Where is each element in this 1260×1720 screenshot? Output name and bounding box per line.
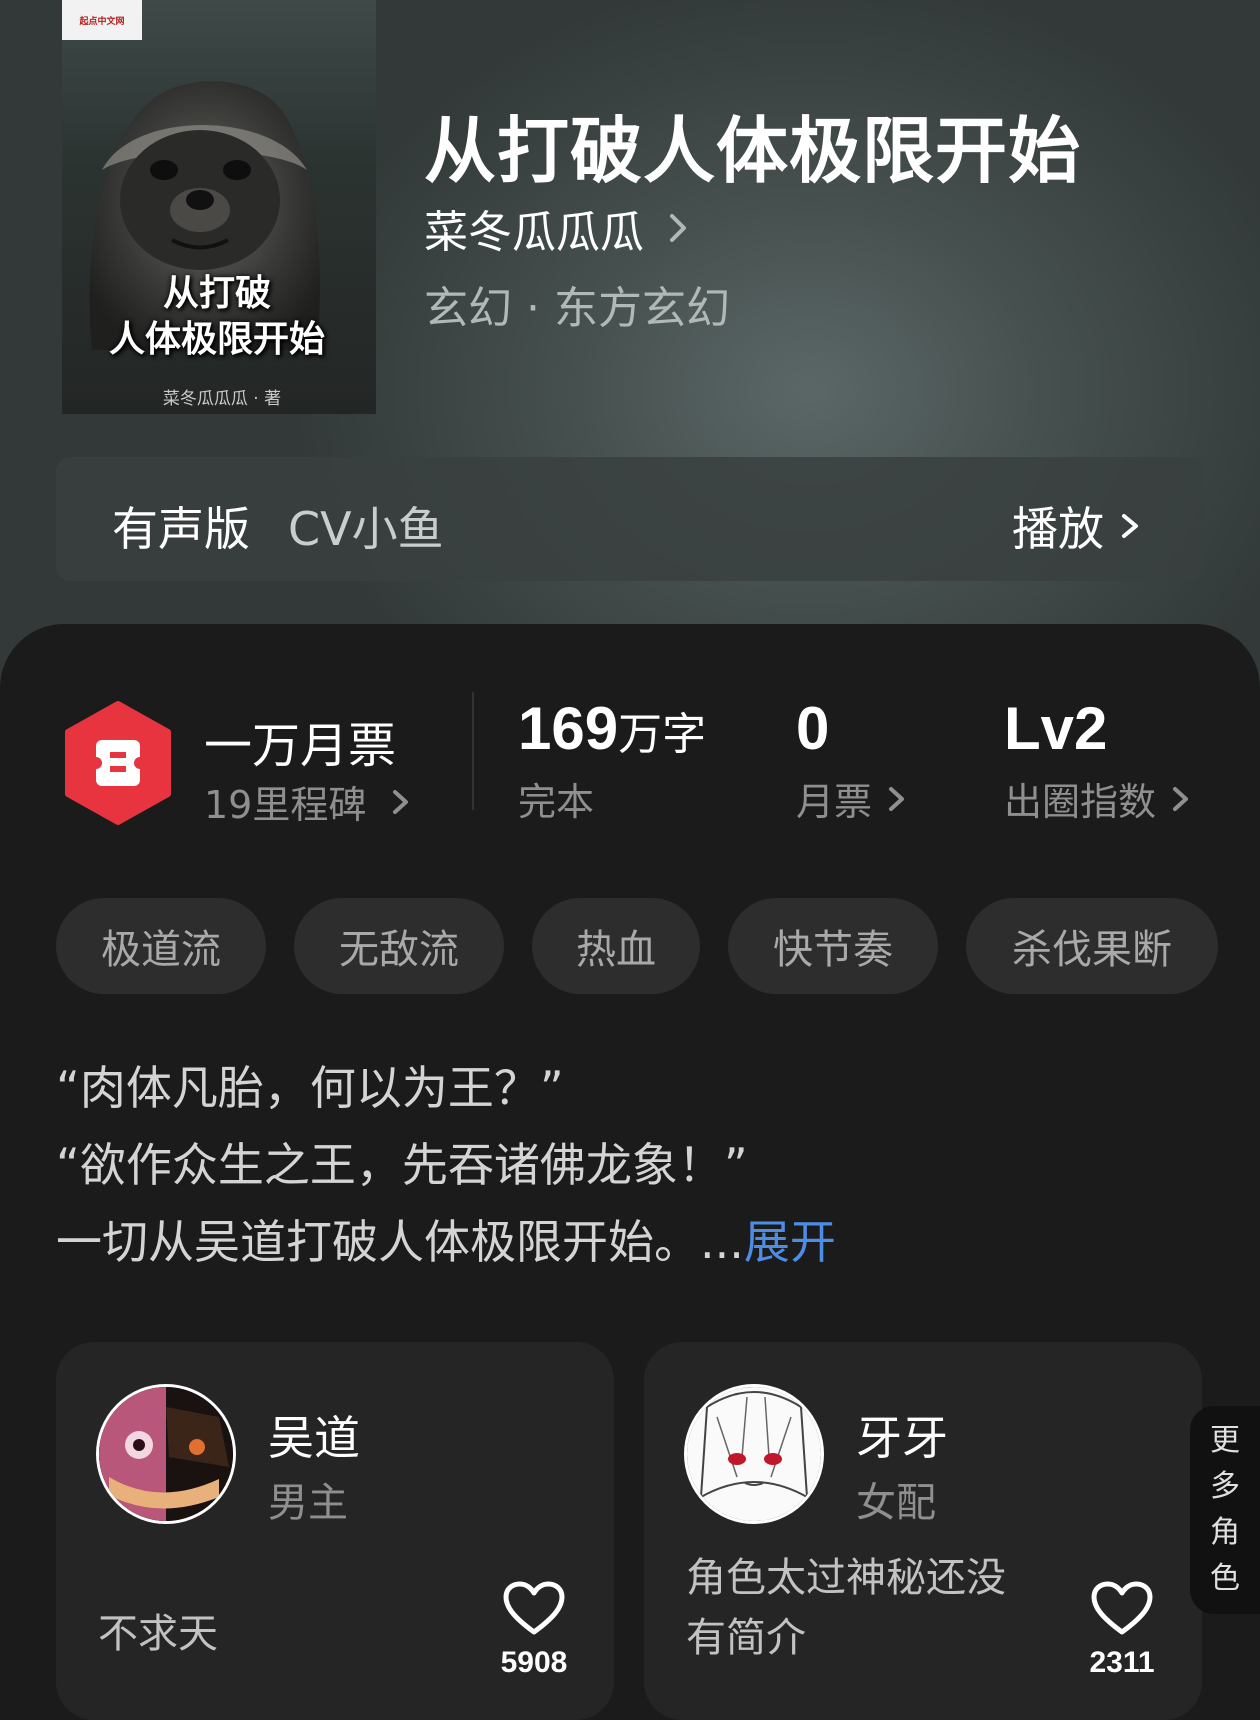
- book-category: 玄幻 · 东方玄幻: [424, 283, 730, 334]
- like-count: 5908: [500, 1646, 568, 1679]
- chevron-right-icon: [1173, 786, 1189, 811]
- heart-icon: [1091, 1581, 1153, 1635]
- character-portrait-icon: [99, 1387, 233, 1521]
- character-avatar: [96, 1384, 236, 1524]
- tag-chip[interactable]: 杀伐果断: [966, 898, 1218, 994]
- synopsis-line: 一切从吴道打破人体极限开始。...: [56, 1215, 744, 1269]
- like-button[interactable]: 2311: [1082, 1580, 1162, 1680]
- heart-icon: [503, 1581, 565, 1635]
- chevron-right-icon: [1122, 514, 1138, 538]
- word-count-unit: 万字: [618, 710, 707, 759]
- character-name: 吴道: [268, 1411, 360, 1465]
- word-count-value: 169: [518, 695, 619, 762]
- synopsis-line: “欲作众生之王，先吞诸佛龙象！”: [56, 1138, 748, 1192]
- synopsis-line: “肉体凡胎，何以为王？”: [56, 1061, 564, 1115]
- audiobook-narrator: CV小鱼: [288, 502, 444, 556]
- tag-chip[interactable]: 快节奏: [728, 898, 938, 994]
- tag-chip[interactable]: 无敌流: [294, 898, 504, 994]
- character-card[interactable]: 牙牙 女配 角色太过神秘还没有简介 2311: [644, 1342, 1202, 1720]
- cover-title-line2: 人体极限开始: [108, 318, 325, 360]
- play-label: 播放: [1012, 502, 1104, 556]
- book-cover[interactable]: 起点中文网 从打破 人体极限开始 菜冬瓜瓜瓜 · 著: [62, 0, 376, 414]
- character-description: 不求天: [98, 1611, 218, 1657]
- character-name: 牙牙: [856, 1411, 948, 1465]
- like-button[interactable]: 5908: [494, 1580, 574, 1680]
- ticket-milestone-subtitle: 19里程碑: [204, 783, 367, 827]
- author-link[interactable]: 菜冬瓜瓜瓜: [424, 196, 698, 260]
- tag-chip[interactable]: 热血: [532, 898, 700, 994]
- character-role: 女配: [856, 1480, 936, 1526]
- word-count-stat: 169万字 完本: [518, 694, 706, 826]
- chevron-right-icon: [393, 789, 409, 814]
- cover-title: 从打破 人体极限开始: [92, 270, 342, 362]
- chevron-right-icon: [889, 786, 905, 811]
- synopsis: “肉体凡胎，何以为王？” “欲作众生之王，先吞诸佛龙象！” 一切从吴道打破人体极…: [56, 1050, 836, 1281]
- cover-author: 菜冬瓜瓜瓜 · 著: [162, 389, 282, 409]
- monthly-ticket-icon: [65, 701, 171, 825]
- monthly-ticket-value: 0: [796, 695, 830, 762]
- audiobook-label: 有声版: [112, 502, 250, 556]
- like-count: 2311: [1089, 1646, 1155, 1679]
- play-button[interactable]: 播放: [1012, 493, 1144, 559]
- expand-link[interactable]: 展开: [744, 1215, 836, 1269]
- monthly-ticket-label: 月票: [796, 780, 873, 824]
- tag-chip[interactable]: 极道流: [56, 898, 266, 994]
- chevron-right-icon: [670, 214, 686, 242]
- character-portrait-icon: [687, 1387, 821, 1521]
- tag-list: 极道流 无敌流 热血 快节奏 杀伐果断: [56, 898, 1218, 994]
- cover-title-line1: 从打破: [162, 272, 271, 314]
- popularity-index-stat[interactable]: Lv2 出圈指数: [1004, 694, 1192, 826]
- divider: [472, 692, 474, 810]
- completion-status: 完本: [518, 780, 595, 824]
- character-card[interactable]: 吴道 男主 不求天 5908: [56, 1342, 614, 1720]
- publisher-logo: 起点中文网: [62, 0, 142, 40]
- book-title: 从打破人体极限开始: [424, 108, 1082, 193]
- more-characters-button[interactable]: 更多角色: [1190, 1406, 1260, 1614]
- audiobook-bar[interactable]: 有声版 CV小鱼 播放: [56, 457, 1204, 581]
- popularity-level-value: Lv2: [1004, 695, 1108, 762]
- character-role: 男主: [268, 1480, 348, 1526]
- character-avatar: [684, 1384, 824, 1524]
- ticket-milestone-link[interactable]: 19里程碑: [204, 774, 412, 829]
- author-name: 菜冬瓜瓜瓜: [424, 207, 644, 258]
- monthly-ticket-stat[interactable]: 0 月票: [796, 694, 908, 826]
- popularity-index-label: 出圈指数: [1004, 780, 1157, 824]
- more-characters-label: 更多角色: [1210, 1423, 1240, 1596]
- character-description: 角色太过神秘还没有简介: [686, 1555, 1006, 1661]
- ticket-milestone-title[interactable]: 一万月票: [204, 706, 396, 776]
